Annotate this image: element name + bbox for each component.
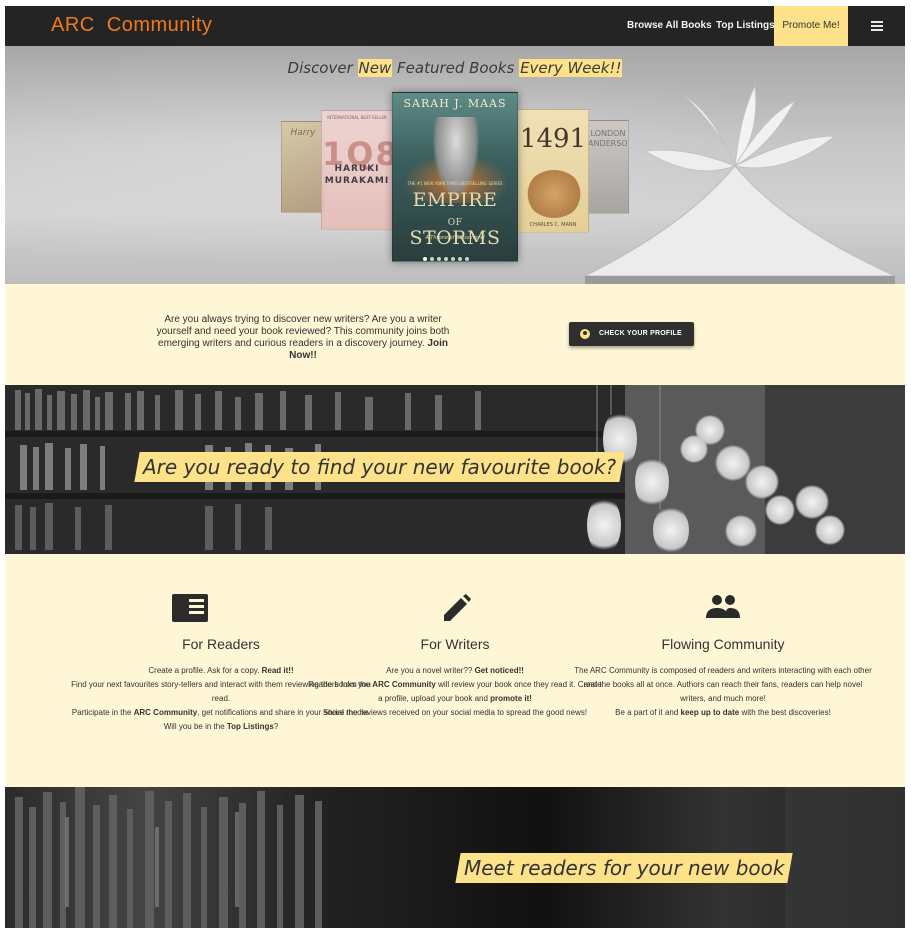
light-bulb (745, 465, 779, 499)
features-section: For Readers Create a profile. Ask for a … (5, 554, 905, 787)
light-bulb (680, 435, 708, 463)
carousel-dot[interactable] (458, 257, 462, 261)
light-bulb (587, 495, 621, 554)
feature-title: Flowing Community (661, 636, 785, 652)
nav-top-listings[interactable]: Top Listings (716, 6, 775, 46)
hero-title: Discover New Featured Books Every Week!! (287, 59, 623, 77)
carousel-indicators (423, 257, 472, 263)
carousel-dot[interactable] (451, 257, 455, 261)
carousel-dot[interactable] (465, 257, 469, 261)
readers-banner: Meet readers for your new book (5, 787, 905, 928)
hamburger-menu-icon[interactable] (871, 21, 883, 31)
user-circle-icon (580, 329, 590, 339)
reader-card-icon (172, 594, 208, 622)
book-cover-1491[interactable]: 1491 CHARLES C. MANN (517, 109, 589, 233)
check-your-profile-button[interactable]: CHECK YOUR PROFILE (569, 322, 694, 346)
book-cover-empire-of-storms[interactable]: SARAH J. MAAS THE #1 NEW YORK TIMES BEST… (392, 92, 518, 262)
feature-description: Are you a novel writer?? Get noticed!! R… (308, 666, 602, 717)
book-cover-harry-potter[interactable]: Harry (281, 121, 325, 213)
brand-logo[interactable]: ARC Community (51, 14, 212, 37)
map-illustration (526, 170, 582, 218)
light-bulb (635, 455, 669, 509)
banner-headline: Are you ready to find your new favourite… (134, 452, 625, 482)
banner-headline: Meet readers for your new book (455, 853, 794, 883)
navbar: ARC Community Browse All Books Top Listi… (5, 6, 905, 46)
carousel-dot[interactable] (423, 257, 427, 261)
nav-browse-all-books[interactable]: Browse All Books (627, 6, 712, 46)
carousel-dot[interactable] (444, 257, 448, 261)
light-bulb (815, 515, 845, 545)
book-cover-london[interactable]: LONDONANDERSON (587, 120, 629, 214)
light-bulb (725, 515, 757, 547)
light-bulb (795, 485, 829, 519)
carousel-dot[interactable] (437, 257, 441, 261)
feature-title: For Writers (420, 636, 490, 652)
feature-description: The ARC Community is composed of readers… (574, 666, 872, 717)
light-bulb (653, 505, 689, 554)
carousel-dot[interactable] (430, 257, 434, 261)
book-cover-1q84[interactable]: INTERNATIONAL BEST-SELLER 1Q84 HARUKIMUR… (321, 110, 393, 230)
bookshelf-banner: Are you ready to find your new favourite… (5, 385, 905, 554)
page-frame: ARC Community Browse All Books Top Listi… (5, 6, 905, 928)
intro-section: Are you always trying to discover new wr… (5, 284, 905, 385)
hero-carousel: Discover New Featured Books Every Week!!… (5, 46, 905, 284)
light-bulb (765, 495, 795, 525)
pencil-icon (444, 594, 471, 621)
intro-text: Are you always trying to discover new wr… (156, 314, 450, 361)
nav-promote-me[interactable]: Promote Me! (774, 6, 848, 46)
people-icon (706, 595, 740, 618)
